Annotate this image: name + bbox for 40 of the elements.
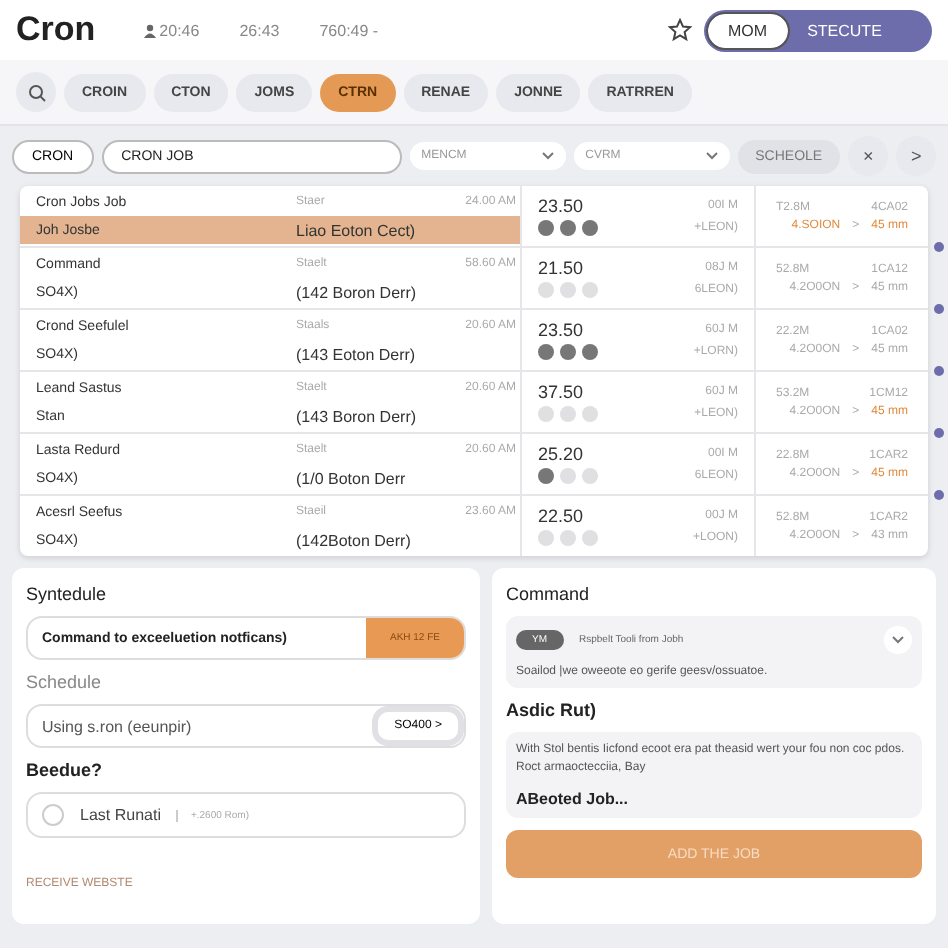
search-button[interactable]	[16, 72, 56, 112]
close-button[interactable]: ×	[848, 136, 889, 176]
app-title: Cron	[16, 10, 96, 50]
added-job-text: ABeoted Job...	[516, 790, 631, 808]
job-host: (142Boton Derr)	[296, 531, 413, 549]
job-value: 22.50	[538, 506, 584, 526]
notes-label: Asdic Rut)	[506, 700, 598, 720]
row-handle-icon[interactable]	[934, 366, 944, 376]
stat-value: 760:49 -	[319, 21, 379, 39]
question-label: Beedue?	[26, 760, 105, 780]
mode-toggle[interactable]: MOM	[708, 13, 788, 47]
row-handle-icon[interactable]	[934, 304, 944, 314]
job-host: (143 Eoton Derr)	[296, 345, 418, 363]
field-label: Schedule	[26, 672, 104, 692]
job-value: 37.50	[538, 382, 584, 402]
person-icon	[143, 23, 156, 37]
chevron-icon[interactable]	[884, 626, 912, 654]
section-title: Command	[506, 584, 592, 604]
section-title: Syntedule	[26, 584, 109, 604]
search-icon	[27, 83, 45, 101]
job-host: (143 Boron Derr)	[296, 407, 419, 425]
job-value: 21.50	[538, 258, 584, 278]
stat-value: 26:43	[239, 21, 280, 39]
next-button[interactable]: >	[896, 136, 937, 176]
star-icon[interactable]	[668, 18, 692, 42]
chevron-icon	[541, 152, 554, 160]
row-handle-icon[interactable]	[934, 428, 944, 438]
row-handle-icon[interactable]	[934, 242, 944, 252]
radio-button[interactable]	[42, 804, 64, 826]
job-host: (142 Boron Derr)	[296, 283, 419, 301]
job-value: 23.50	[538, 320, 584, 340]
row-handle-icon[interactable]	[934, 490, 944, 500]
chevron-icon	[705, 152, 718, 160]
job-value: 23.50	[538, 196, 584, 216]
job-host: Liao Eoton Cect)	[296, 221, 418, 239]
stat-value: 20:46	[159, 21, 200, 39]
job-host: (1/0 Boton Derr	[296, 469, 408, 487]
mode-toggle[interactable]: STECUTE	[787, 13, 902, 47]
option-label: Last Runati	[80, 806, 161, 824]
job-value: 25.20	[538, 444, 584, 464]
